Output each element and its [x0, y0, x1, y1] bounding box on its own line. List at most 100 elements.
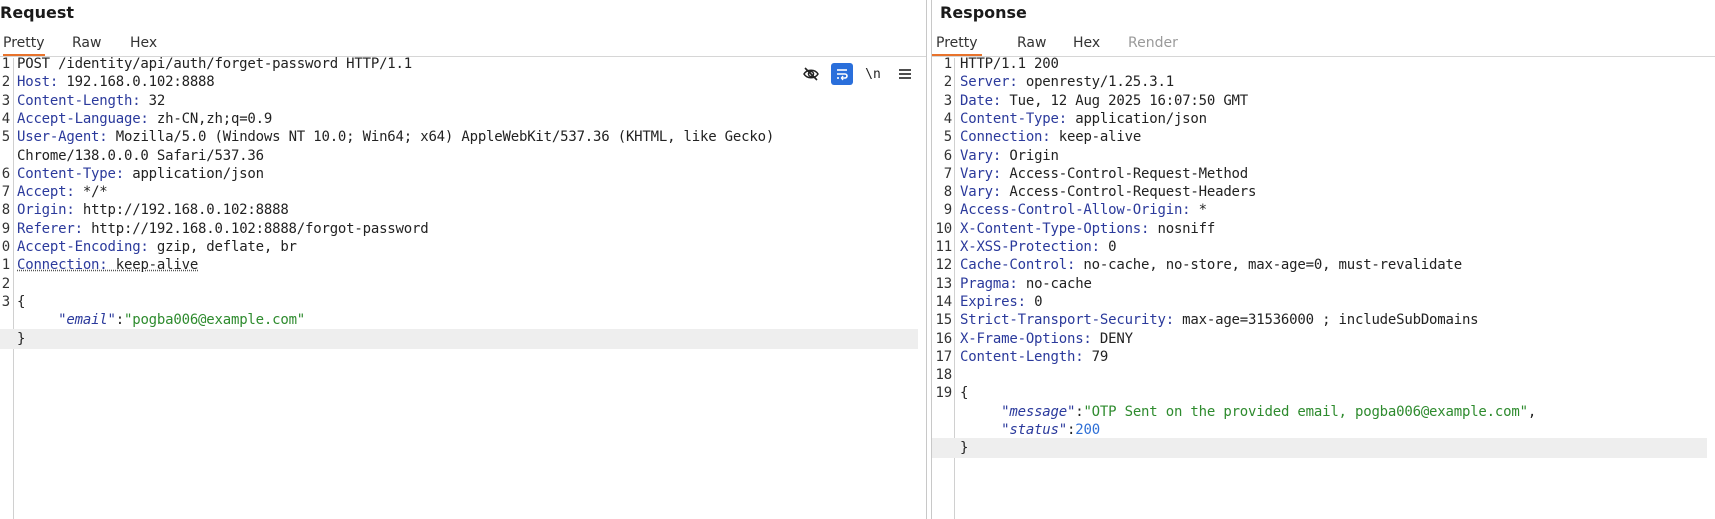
line-number: 10 [935, 220, 953, 237]
line-text: Content-Type: application/json [960, 109, 1207, 129]
header-name: Access-Control-Allow-Origin: [960, 202, 1191, 219]
json-string-value: "pogba006@example.com" [124, 312, 306, 329]
header-name: Content-Type: [960, 110, 1067, 127]
line-number: 7 [943, 165, 952, 182]
header-name: Strict-Transport-Security: [960, 312, 1174, 329]
line-text: Referer: http://192.168.0.102:8888/forgo… [17, 219, 429, 239]
line-text: Connection: keep-alive [17, 255, 198, 275]
line-number: 1 [1, 56, 10, 72]
request-code-line: 2 [0, 274, 918, 294]
request-code-line: 8 Origin: http://192.168.0.102:8888 [0, 200, 918, 220]
request-code-line: 5 User-Agent: Mozilla/5.0 (Windows NT 10.… [0, 127, 918, 147]
header-value: Origin [1001, 147, 1059, 164]
line-text: Content-Length: 32 [17, 91, 165, 111]
line-text: Accept-Encoding: gzip, deflate, br [17, 237, 297, 257]
header-name: Cache-Control: [960, 257, 1076, 274]
header-name: Accept-Encoding: [17, 239, 149, 255]
request-editor[interactable]: 1 POST /identity/api/auth/forget-password… [0, 56, 926, 519]
header-name: Host: [17, 74, 59, 91]
header-value: 0 [1099, 239, 1117, 255]
response-title: Response [940, 3, 1027, 22]
line-text: "message":"OTP Sent on the provided emai… [960, 402, 1536, 422]
header-value: 192.168.0.102:8888 [58, 74, 215, 91]
header-value: 79 [1083, 348, 1109, 365]
header-value: */* [74, 184, 108, 201]
response-code-line: 13 Pragma: no-cache [932, 274, 1707, 294]
response-code-line: 9 Access-Control-Allow-Origin: * [932, 200, 1707, 220]
response-tab-render[interactable]: Render [1128, 34, 1178, 56]
line-text: HTTP/1.1 200 [960, 56, 1059, 72]
line-text: Accept: */* [17, 182, 108, 202]
line-number: 9 [1, 220, 10, 237]
header-name: Vary: [960, 184, 1002, 201]
header-value: no-cache [1017, 275, 1092, 292]
line-number: 7 [1, 184, 10, 201]
response-tab-hex[interactable]: Hex [1073, 34, 1100, 56]
line-text: } [960, 440, 969, 457]
header-name: Content-Type: [17, 165, 124, 182]
line-text: X-Content-Type-Options: nosniff [960, 219, 1215, 239]
line-text: Content-Type: application/json [17, 164, 264, 184]
request-code-line: 7 Accept: */* [0, 182, 918, 202]
request-code-line: 1 POST /identity/api/auth/forget-password… [0, 54, 918, 74]
line-text: Pragma: no-cache [960, 274, 1092, 294]
response-code-line: 17 Content-Length: 79 [932, 347, 1707, 367]
header-name: Content-Length: [17, 92, 141, 109]
line-number: 3 [1, 92, 10, 109]
header-name: Expires: [960, 293, 1026, 310]
line-text: Server: openresty/1.25.3.1 [960, 72, 1174, 92]
request-code-line: } [0, 328, 918, 349]
line-number: 2 [1, 74, 10, 91]
header-value: openresty/1.25.3.1 [1017, 74, 1174, 91]
header-value: http://192.168.0.102:8888/forgot-passwor… [82, 220, 429, 237]
response-code-line: 3 Date: Tue, 12 Aug 2025 16:07:50 GMT [932, 91, 1707, 111]
line-text: { [17, 293, 26, 310]
line-number: 1 [943, 56, 952, 72]
line-number: 13 [935, 275, 953, 292]
line-text: X-Frame-Options: DENY [960, 329, 1133, 349]
response-code-line: 10 X-Content-Type-Options: nosniff [932, 219, 1707, 239]
response-code-line: 15 Strict-Transport-Security: max-age=315… [932, 310, 1707, 330]
response-editor[interactable]: 1 HTTP/1.1 200 2 Server: openresty/1.25.3.1… [932, 56, 1715, 519]
request-tab-hex[interactable]: Hex [130, 34, 157, 56]
line-number: 3 [1, 293, 10, 310]
line-number: 1 [1, 257, 10, 274]
line-number: 0 [1, 239, 10, 255]
line-text: Date: Tue, 12 Aug 2025 16:07:50 GMT [960, 91, 1248, 111]
response-code-line: 12 Cache-Control: no-cache, no-store, max… [932, 255, 1707, 275]
request-code-line: 3{ [0, 292, 918, 312]
response-code-line: 7 Vary: Access-Control-Request-Method [932, 164, 1707, 184]
response-code-line: 11 X-XSS-Protection: 0 [932, 237, 1707, 257]
line-text: Cache-Control: no-cache, no-store, max-a… [960, 255, 1462, 275]
response-tab-raw[interactable]: Raw [1017, 34, 1046, 56]
request-code-line: 2 Host: 192.168.0.102:8888 [0, 72, 918, 92]
request-tab-pretty[interactable]: Pretty [3, 34, 45, 56]
line-text: Host: 192.168.0.102:8888 [17, 72, 215, 92]
line-text: Accept-Language: zh-CN,zh;q=0.9 [17, 109, 272, 129]
header-value: 32 [140, 92, 166, 109]
response-tab-pretty[interactable]: Pretty [932, 34, 982, 56]
response-code-line: 2 Server: openresty/1.25.3.1 [932, 72, 1707, 92]
line-text: POST /identity/api/auth/forget-password … [17, 56, 412, 72]
line-number: 19 [935, 385, 953, 402]
request-code-line: "email":"pogba006@example.com" [0, 310, 918, 330]
request-pane: Request Pretty Raw Hex \n 1 POST /identi… [0, 0, 927, 519]
line-text: "status":200 [960, 420, 1100, 440]
json-separator: : [115, 312, 124, 329]
line-number: 5 [1, 129, 10, 146]
line-text: Content-Length: 79 [960, 347, 1108, 367]
request-code-line: 3 Content-Length: 32 [0, 91, 918, 111]
line-number: 8 [1, 202, 10, 219]
response-code-line: 8 Vary: Access-Control-Request-Headers [932, 182, 1707, 202]
header-name: User-Agent: [17, 129, 108, 146]
line-text: Connection: keep-alive [960, 127, 1141, 147]
response-code-line: "status":200 [932, 420, 1707, 440]
header-value: 0 [1025, 293, 1043, 310]
header-name: Server: [960, 74, 1018, 91]
request-tab-raw[interactable]: Raw [72, 34, 101, 56]
header-value: Mozilla/5.0 (Windows NT 10.0; Win64; x64… [107, 129, 775, 146]
line-text: "email":"pogba006@example.com" [17, 310, 305, 330]
